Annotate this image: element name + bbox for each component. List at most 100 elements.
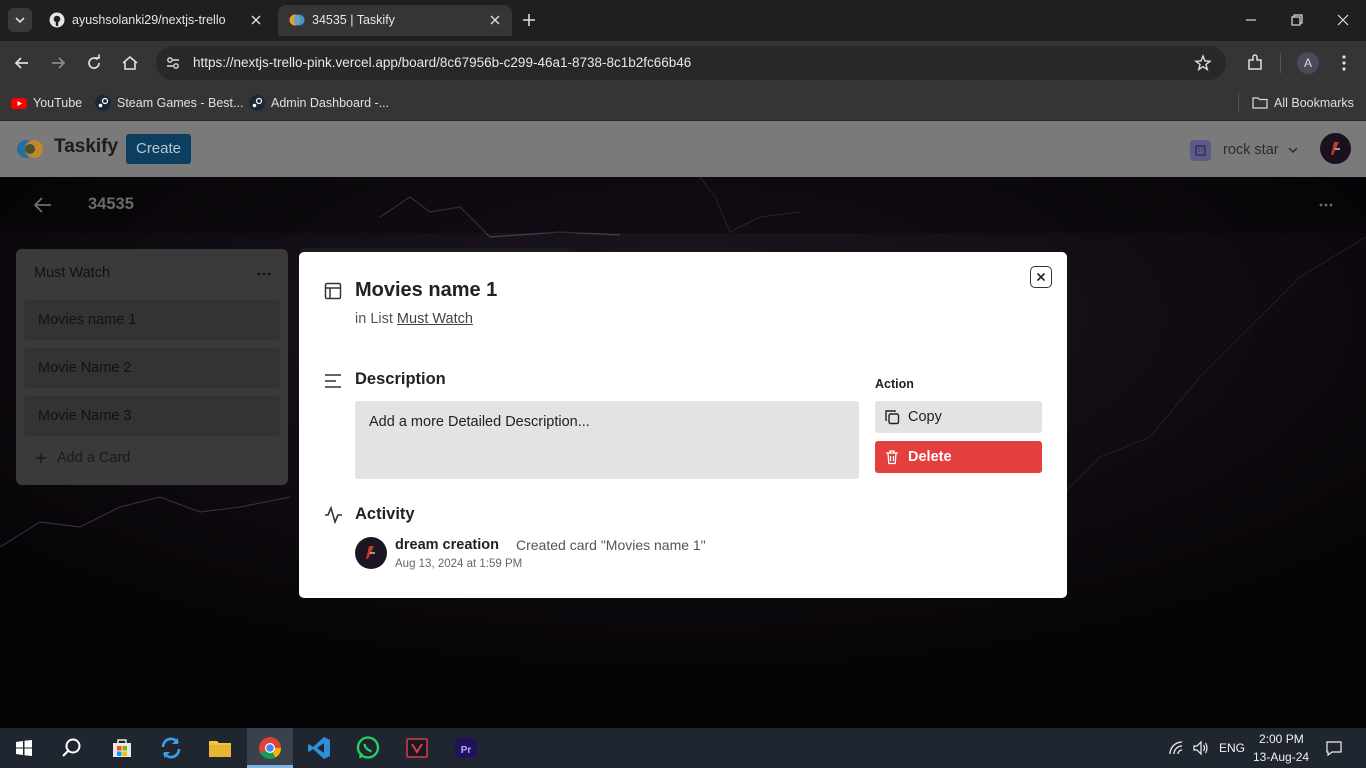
bookmark-admin[interactable]: Admin Dashboard -... [249,92,389,114]
new-tab-icon[interactable] [520,11,538,29]
toolbar-divider [1280,53,1281,73]
reload-icon[interactable] [84,53,104,73]
site-info-icon[interactable] [164,54,182,72]
activity-timestamp: Aug 13, 2024 at 1:59 PM [395,558,523,570]
create-button[interactable]: Create [126,134,191,164]
window-close-icon[interactable] [1335,12,1351,28]
store-icon[interactable] [108,734,136,762]
copy-button[interactable]: Copy [875,401,1042,433]
list-link[interactable]: Must Watch [397,311,473,327]
user-avatar[interactable] [1320,133,1351,164]
address-bar[interactable]: https://nextjs-trello-pink.vercel.app/bo… [156,46,1226,80]
windows-taskbar: Pr ENG 2:00 PM 13-Aug-24 [0,728,1366,768]
card-item[interactable]: Movies name 1 [24,300,280,340]
trash-icon [886,450,898,465]
file-explorer-icon[interactable] [206,734,234,762]
board-title[interactable]: 34535 [88,195,134,214]
bookmark-star-icon[interactable] [1194,54,1212,72]
back-arrow-icon[interactable] [33,196,53,214]
language-indicator[interactable]: ENG [1219,741,1245,755]
bookmark-label: YouTube [33,96,83,110]
bookmark-label: Steam Games - Best... [117,96,244,110]
card-item[interactable]: Movie Name 2 [24,348,280,388]
all-bookmarks[interactable]: All Bookmarks [1252,92,1354,114]
activity-avatar [355,537,387,569]
card-title[interactable]: Movies name 1 [355,279,497,302]
folder-icon [1252,97,1268,109]
steam-icon [249,95,265,111]
vscode-icon[interactable] [305,734,333,762]
tab-github[interactable]: ayushsolanki29/nextjs-trello [38,5,273,36]
bookmarks-bar: YouTube Steam Games - Best... Admin Dash… [0,85,1366,121]
action-heading: Action [875,377,914,391]
close-icon[interactable] [488,13,502,27]
description-heading: Description [355,370,446,388]
plus-icon [36,453,46,463]
tab-title: 34535 | Taskify [312,13,395,27]
bookmark-label: All Bookmarks [1274,96,1354,110]
github-icon [49,12,65,28]
bookmark-youtube[interactable]: YouTube [11,92,82,114]
network-icon[interactable] [1168,740,1186,756]
delete-label: Delete [908,449,952,465]
clock-time[interactable]: 2:00 PM [1259,732,1304,746]
taskify-logo-icon[interactable] [16,137,46,161]
org-switcher[interactable]: rock star [1190,138,1299,162]
delete-button[interactable]: Delete [875,441,1042,473]
tab-title: ayushsolanki29/nextjs-trello [72,13,226,27]
clock-date[interactable]: 13-Aug-24 [1253,750,1309,764]
activity-icon [325,506,342,524]
browser-tab-bar: ayushsolanki29/nextjs-trello 34535 | Tas… [0,0,1366,41]
list-title[interactable]: Must Watch [34,265,110,281]
user-avatar-image [1331,142,1340,155]
minimize-icon[interactable] [1243,12,1259,28]
chevron-down-icon [1288,147,1298,154]
more-horizontal-icon[interactable] [1316,197,1336,213]
restore-icon[interactable] [1289,12,1305,28]
activity-heading: Activity [355,505,415,523]
tab-taskify[interactable]: 34535 | Taskify [278,5,512,36]
taskify-favicon-icon [289,14,305,26]
tab-search-button[interactable] [8,8,32,32]
description-input[interactable]: Add a more Detailed Description... [355,401,859,479]
steam-icon [95,95,111,111]
search-icon[interactable] [58,734,86,762]
bookmark-steam[interactable]: Steam Games - Best... [95,92,243,114]
layout-icon [324,282,342,300]
activity-text: Created card "Movies name 1" [516,537,706,553]
copy-icon [885,410,900,425]
extensions-icon[interactable] [1245,53,1265,73]
chrome-icon[interactable] [256,734,284,762]
app-logo-text[interactable]: Taskify [54,136,118,158]
description-placeholder: Add a more Detailed Description... [369,414,590,430]
card-item[interactable]: Movie Name 3 [24,396,280,436]
more-horizontal-icon[interactable] [256,269,272,279]
card-modal: Movies name 1 in List Must Watch Descrip… [299,252,1067,598]
activity-user: dream creation [395,537,499,553]
card-list-info: in List Must Watch [355,311,473,327]
close-icon [1036,272,1046,282]
volume-icon[interactable] [1192,740,1210,756]
org-name: rock star [1223,142,1279,158]
close-icon[interactable] [249,13,263,27]
browser-toolbar: https://nextjs-trello-pink.vercel.app/bo… [0,41,1366,85]
align-left-icon [325,374,341,388]
premiere-pro-icon[interactable]: Pr [452,734,480,762]
sync-icon[interactable] [157,734,185,762]
close-modal-button[interactable] [1030,266,1052,288]
home-icon[interactable] [120,53,140,73]
bookmark-label: Admin Dashboard -... [271,96,390,110]
kebab-menu-icon[interactable] [1334,53,1354,73]
bookmarks-divider [1238,93,1239,113]
back-icon[interactable] [12,53,32,73]
url-text: https://nextjs-trello-pink.vercel.app/bo… [193,55,692,70]
profile-avatar[interactable]: A [1297,52,1319,74]
whatsapp-icon[interactable] [354,734,382,762]
add-card-button[interactable]: Add a Card [34,450,130,466]
in-list-prefix: in List [355,311,393,327]
windows-start-icon[interactable] [10,734,38,762]
notification-icon[interactable] [1325,739,1343,757]
media-app-icon[interactable] [403,734,431,762]
add-card-label: Add a Card [57,450,131,466]
forward-icon[interactable] [48,53,68,73]
